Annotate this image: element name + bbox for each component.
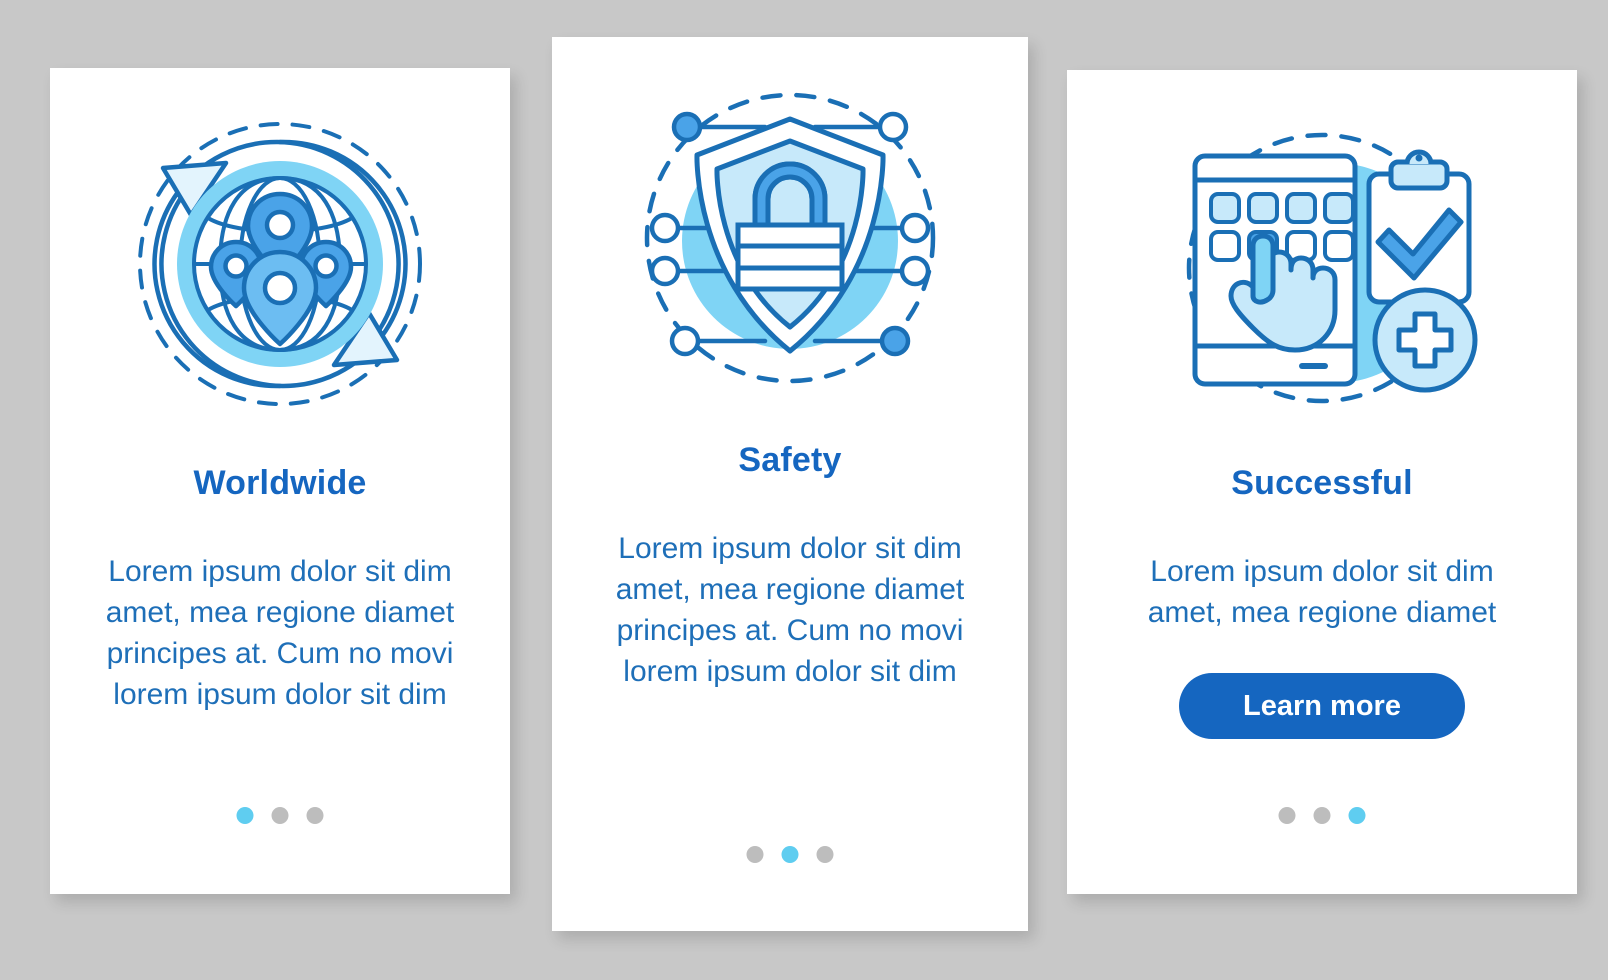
- pointing-finger: [1250, 233, 1276, 305]
- card-title-safety: Safety: [738, 441, 842, 479]
- pagination-dot-3[interactable]: [816, 846, 834, 863]
- card-title-worldwide: Worldwide: [193, 464, 367, 502]
- network-node-l1: [649, 212, 681, 244]
- onboarding-card-worldwide: Worldwide Lorem ipsum dolor sit dim amet…: [50, 68, 510, 894]
- network-node-r1: [899, 212, 931, 244]
- card-title-successful: Successful: [1231, 464, 1413, 502]
- safety-illustration: [552, 37, 1028, 393]
- pagination-dot-1[interactable]: [1278, 807, 1296, 824]
- shield-lock-network-icon: [644, 92, 936, 384]
- pagination-dot-1[interactable]: [746, 846, 764, 863]
- learn-more-button[interactable]: Learn more: [1179, 673, 1465, 739]
- network-node-r2: [899, 255, 931, 287]
- network-node-bl: [669, 325, 701, 357]
- network-node-tr: [877, 111, 909, 143]
- card-description-successful: Lorem ipsum dolor sit dim amet, mea regi…: [1147, 555, 1497, 629]
- card-description-safety: Lorem ipsum dolor sit dim amet, mea regi…: [615, 532, 965, 688]
- pagination-dot-2[interactable]: [781, 846, 799, 863]
- pagination-dot-1[interactable]: [236, 807, 254, 824]
- onboarding-card-safety: Safety Lorem ipsum dolor sit dim amet, m…: [552, 37, 1028, 931]
- padlock-body: [735, 222, 845, 292]
- pagination-dots-safety: [746, 846, 834, 863]
- pagination-dots-successful: [1278, 807, 1366, 824]
- pagination-dots-worldwide: [236, 807, 324, 824]
- card-description-worldwide: Lorem ipsum dolor sit dim amet, mea regi…: [105, 555, 455, 711]
- network-node-l2: [649, 255, 681, 287]
- globe-location-pins-icon: [138, 122, 422, 406]
- clipboard-clip: [1388, 159, 1450, 191]
- smartphone-tap-clipboard-check-icon: [1186, 132, 1478, 404]
- pagination-dot-3[interactable]: [1348, 807, 1366, 824]
- network-node-filled-br: [879, 325, 911, 357]
- pagination-dot-3[interactable]: [306, 807, 324, 824]
- worldwide-illustration: [50, 68, 510, 414]
- pagination-dot-2[interactable]: [1313, 807, 1331, 824]
- pagination-dot-2[interactable]: [271, 807, 289, 824]
- successful-illustration: [1067, 70, 1577, 418]
- onboarding-card-successful: Successful Lorem ipsum dolor sit dim ame…: [1067, 70, 1577, 894]
- network-node-filled-tl: [671, 111, 703, 143]
- onboarding-screens-stage: Worldwide Lorem ipsum dolor sit dim amet…: [0, 0, 1608, 980]
